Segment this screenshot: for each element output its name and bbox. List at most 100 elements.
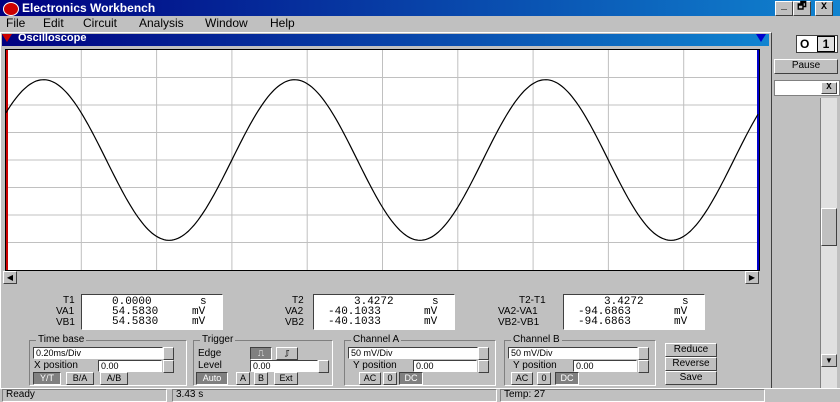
cursor-t1-marker[interactable] xyxy=(2,34,12,42)
va1-label: VA1 xyxy=(56,306,75,317)
trigger-level-field[interactable]: 0.00 xyxy=(250,360,318,372)
reduce-button[interactable]: Reduce xyxy=(665,343,717,357)
time-base-spinner-icon[interactable] xyxy=(163,347,174,360)
scroll-down-icon[interactable]: ▼ xyxy=(821,354,837,367)
channel-a-title: Channel A xyxy=(351,334,402,345)
scroll-right-icon[interactable]: ▶ xyxy=(745,271,759,284)
temperature-readout: Temp: 27 xyxy=(500,389,765,402)
rising-edge-icon[interactable]: ⎍ xyxy=(250,347,272,360)
t2-label: T2 xyxy=(292,295,304,306)
level-label: Level xyxy=(198,360,222,371)
edge-label: Edge xyxy=(198,348,222,359)
vb1-value: 54.5830 xyxy=(112,316,159,328)
reverse-button[interactable]: Reverse xyxy=(665,357,717,371)
vb1-label: VB1 xyxy=(56,317,75,328)
channel-a-zero-button[interactable]: 0 xyxy=(383,372,397,385)
workspace-right-panel: O 1 Pause X ▼ xyxy=(772,32,840,388)
vb2-label: VB2 xyxy=(285,317,304,328)
vb2vb1-value: -94.6863 xyxy=(578,316,631,328)
trigger-level-spinner-icon[interactable] xyxy=(318,360,329,373)
pause-button[interactable]: Pause xyxy=(774,59,838,74)
channel-b-title: Channel B xyxy=(511,334,562,345)
status-text: Ready xyxy=(2,389,167,402)
cursor2-readout: 3.4272 s -40.1033 mV -40.1033 mV xyxy=(313,294,455,330)
menu-help[interactable]: Help xyxy=(270,16,295,30)
vb1-unit: mV xyxy=(192,316,206,328)
subwindow-bar: X xyxy=(774,80,840,96)
trigger-a-button[interactable]: A xyxy=(236,372,250,385)
channel-b-group: Channel B 50 mV/Div Y position 0.00 AC 0… xyxy=(504,334,656,386)
channel-a-scale-spinner-icon[interactable] xyxy=(478,347,489,360)
menu-window[interactable]: Window xyxy=(205,16,248,30)
auto-trigger-button[interactable]: Auto xyxy=(196,372,228,385)
ba-button[interactable]: B/A xyxy=(66,372,94,385)
restore-button[interactable]: 🗗 xyxy=(793,1,811,16)
x-position-spinner-icon[interactable] xyxy=(163,360,174,373)
channel-a-y-position-spinner-icon[interactable] xyxy=(478,360,489,373)
channel-b-zero-button[interactable]: 0 xyxy=(537,372,551,385)
trigger-b-button[interactable]: B xyxy=(254,372,268,385)
channel-b-dc-button[interactable]: DC xyxy=(555,372,579,385)
trigger-group: Trigger Edge ⎍ ⎎ Level 0.00 Auto A B Ext xyxy=(193,334,333,386)
power-off-label: O xyxy=(800,37,810,51)
scroll-left-icon[interactable]: ◀ xyxy=(3,271,17,284)
oscilloscope-screen xyxy=(5,49,760,271)
va2-label: VA2 xyxy=(285,306,304,317)
time-base-field[interactable]: 0.20ms/Div xyxy=(33,347,163,359)
cursor-t2-marker[interactable] xyxy=(756,34,766,42)
channel-a-scale-field[interactable]: 50 mV/Div xyxy=(348,347,478,359)
scrollbar-thumb[interactable] xyxy=(821,208,837,246)
menu-edit[interactable]: Edit xyxy=(43,16,64,30)
vb2vb1-label: VB2-VB1 xyxy=(498,317,540,328)
x-position-field[interactable]: 0.00 xyxy=(98,360,162,372)
subwindow-close-button[interactable]: X xyxy=(821,82,837,94)
vb2-unit: mV xyxy=(424,316,438,328)
channel-b-y-position-field[interactable]: 0.00 xyxy=(573,360,637,372)
horizontal-scrollbar[interactable]: ◀ ▶ xyxy=(3,271,759,284)
power-on-label: 1 xyxy=(817,36,835,52)
menu-circuit[interactable]: Circuit xyxy=(83,16,117,30)
oscilloscope-titlebar: Oscilloscope xyxy=(2,32,769,46)
channel-b-y-position-spinner-icon[interactable] xyxy=(638,360,649,373)
vb2-value: -40.1033 xyxy=(328,316,381,328)
t2t1-label: T2-T1 xyxy=(519,295,546,306)
menu-analysis[interactable]: Analysis xyxy=(139,16,184,30)
close-button[interactable]: X xyxy=(815,1,833,16)
app-titlebar: Electronics Workbench _ 🗗 X xyxy=(0,0,840,16)
channel-b-scale-spinner-icon[interactable] xyxy=(638,347,649,360)
time-base-group: Time base 0.20ms/Div X position 0.00 Y/T… xyxy=(29,334,187,386)
cursor1-readout: 0.0000 s 54.5830 mV 54.5830 mV xyxy=(81,294,223,330)
trigger-ext-button[interactable]: Ext xyxy=(274,372,298,385)
channel-a-ac-button[interactable]: AC xyxy=(359,372,381,385)
x-position-label: X position xyxy=(34,360,78,371)
channel-b-scale-field[interactable]: 50 mV/Div xyxy=(508,347,638,359)
channel-a-group: Channel A 50 mV/Div Y position 0.00 AC 0… xyxy=(344,334,496,386)
oscilloscope-title: Oscilloscope xyxy=(18,32,87,44)
menu-file[interactable]: File xyxy=(6,16,25,30)
app-icon xyxy=(3,2,19,16)
app-title: Electronics Workbench xyxy=(22,1,156,15)
trigger-title: Trigger xyxy=(200,334,236,345)
screen-grid xyxy=(6,50,759,270)
falling-edge-icon[interactable]: ⎎ xyxy=(276,347,298,360)
channel-a-y-position-label: Y position xyxy=(353,360,397,371)
save-button[interactable]: Save xyxy=(665,371,717,385)
va2va1-label: VA2-VA1 xyxy=(498,306,538,317)
t1-label: T1 xyxy=(63,295,75,306)
oscilloscope-window: Oscilloscope ◀ ▶ T1 VA1 VB1 0.0000 s 54.… xyxy=(0,32,772,390)
yt-button[interactable]: Y/T xyxy=(33,372,61,385)
power-switch[interactable]: O 1 xyxy=(796,35,838,53)
status-bar: Ready 3.43 s Temp: 27 xyxy=(0,388,840,402)
channel-b-ac-button[interactable]: AC xyxy=(511,372,533,385)
ab-button[interactable]: A/B xyxy=(100,372,128,385)
menu-bar: File Edit Circuit Analysis Window Help xyxy=(0,16,840,32)
channel-a-y-position-field[interactable]: 0.00 xyxy=(413,360,477,372)
delta-readout: 3.4272 s -94.6863 mV -94.6863 mV xyxy=(563,294,705,330)
simulation-time: 3.43 s xyxy=(172,389,497,402)
channel-b-y-position-label: Y position xyxy=(513,360,557,371)
vertical-scrollbar[interactable]: ▼ xyxy=(820,98,837,388)
channel-a-dc-button[interactable]: DC xyxy=(399,372,423,385)
vb2vb1-unit: mV xyxy=(674,316,688,328)
time-base-title: Time base xyxy=(36,334,87,345)
minimize-button[interactable]: _ xyxy=(775,1,793,16)
